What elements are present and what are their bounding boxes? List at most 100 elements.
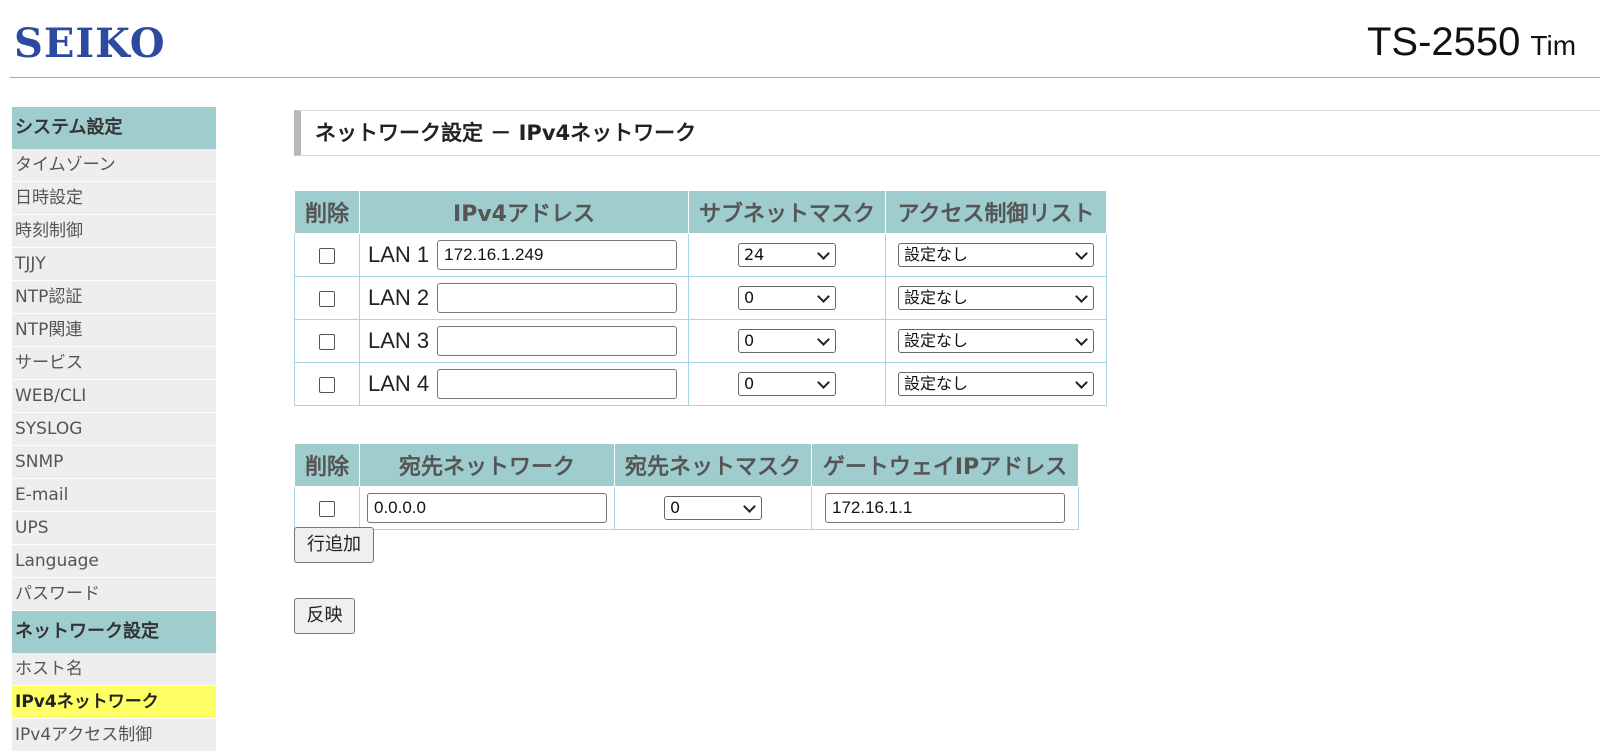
mask-cell: 24	[688, 233, 886, 277]
route-table-header: 削除 宛先ネットワーク 宛先ネットマスク ゲートウェイIPアドレス	[294, 443, 1079, 487]
col-gateway-ip: ゲートウェイIPアドレス	[811, 443, 1079, 487]
subnet-mask-value: 0	[744, 331, 755, 350]
address-cell: LAN 3	[359, 319, 689, 363]
chevron-down-icon	[1075, 247, 1088, 260]
delete-checkbox[interactable]	[319, 377, 335, 393]
sidebar-item-services[interactable]: サービス	[12, 347, 216, 380]
sidebar-item-timezone[interactable]: タイムゾーン	[12, 149, 216, 182]
sidebar-item-ipv4-access-control[interactable]: IPv4アクセス制御	[12, 719, 216, 752]
subnet-mask-value: 24	[744, 245, 765, 264]
sidebar-item-ups[interactable]: UPS	[12, 512, 216, 545]
chevron-down-icon	[817, 290, 830, 303]
ipv4-address-input[interactable]	[437, 283, 678, 313]
chevron-down-icon	[1075, 333, 1088, 346]
delete-checkbox[interactable]	[319, 501, 335, 517]
acl-cell: 設定なし	[885, 362, 1107, 406]
acl-value: 設定なし	[904, 374, 969, 393]
sidebar-item-web-cli[interactable]: WEB/CLI	[12, 380, 216, 413]
acl-select[interactable]: 設定なし	[898, 286, 1094, 310]
sidebar-item-language[interactable]: Language	[12, 545, 216, 578]
model-number: TS-2550	[1367, 20, 1521, 64]
acl-cell: 設定なし	[885, 276, 1107, 320]
sidebar-item-snmp[interactable]: SNMP	[12, 446, 216, 479]
chevron-down-icon	[817, 333, 830, 346]
subnet-mask-select[interactable]: 0	[738, 286, 836, 310]
lan-label: LAN 2	[368, 285, 430, 310]
apply-button[interactable]: 反映	[294, 598, 355, 634]
ipv4-address-table: 削除 IPv4アドレス サブネットマスク アクセス制御リスト LAN 1 172.…	[294, 190, 1107, 406]
subnet-mask-value: 0	[744, 288, 755, 307]
chevron-down-icon	[817, 376, 830, 389]
sidebar-item-ntp-auth[interactable]: NTP認証	[12, 281, 216, 314]
content: ネットワーク設定 － IPv4ネットワーク	[294, 110, 1600, 156]
network-cell: 0.0.0.0	[359, 486, 615, 530]
sidebar-item-password[interactable]: パスワード	[12, 578, 216, 611]
page-title: ネットワーク設定 － IPv4ネットワーク	[294, 110, 1600, 156]
acl-cell: 設定なし	[885, 319, 1107, 363]
sidebar-section-system: システム設定	[12, 107, 216, 149]
acl-value: 設定なし	[904, 245, 969, 264]
subnet-mask-value: 0	[744, 374, 755, 393]
chevron-down-icon	[817, 247, 830, 260]
sidebar: システム設定 タイムゾーン 日時設定 時刻制御 TJJY NTP認証 NTP関連…	[12, 107, 216, 752]
sidebar-item-syslog[interactable]: SYSLOG	[12, 413, 216, 446]
mask-cell: 0	[688, 276, 886, 320]
destination-netmask-select[interactable]: 0	[664, 496, 762, 520]
sidebar-item-time-control[interactable]: 時刻制御	[12, 215, 216, 248]
sidebar-item-datetime[interactable]: 日時設定	[12, 182, 216, 215]
mask-cell: 0	[688, 319, 886, 363]
subnet-mask-select[interactable]: 24	[738, 243, 836, 267]
mask-cell: 0	[614, 486, 812, 530]
ipv4-address-input[interactable]: 172.16.1.249	[437, 240, 678, 270]
col-acl: アクセス制御リスト	[885, 190, 1107, 234]
acl-cell: 設定なし	[885, 233, 1107, 277]
sidebar-item-tjjy[interactable]: TJJY	[12, 248, 216, 281]
acl-select[interactable]: 設定なし	[898, 329, 1094, 353]
sidebar-item-hostname[interactable]: ホスト名	[12, 653, 216, 686]
table-row: 0.0.0.0 0 172.16.1.1	[294, 486, 1079, 530]
lan-label: LAN 1	[368, 242, 430, 267]
sidebar-item-ntp-related[interactable]: NTP関連	[12, 314, 216, 347]
delete-cell	[294, 276, 360, 320]
delete-cell	[294, 233, 360, 277]
seiko-logo: SEIKO	[14, 20, 166, 67]
col-destination-netmask: 宛先ネットマスク	[614, 443, 812, 487]
delete-cell	[294, 319, 360, 363]
chevron-down-icon	[1075, 376, 1088, 389]
acl-select[interactable]: 設定なし	[898, 372, 1094, 396]
address-cell: LAN 2	[359, 276, 689, 320]
sidebar-item-email[interactable]: E-mail	[12, 479, 216, 512]
header-divider	[10, 77, 1600, 78]
acl-value: 設定なし	[904, 288, 969, 307]
gateway-ip-input[interactable]: 172.16.1.1	[825, 493, 1065, 523]
table-row: LAN 3 0 設定なし	[294, 319, 1107, 363]
delete-checkbox[interactable]	[319, 291, 335, 307]
chevron-down-icon	[743, 500, 756, 513]
lan-label: LAN 4	[368, 371, 430, 396]
acl-select[interactable]: 設定なし	[898, 243, 1094, 267]
col-ipv4-address: IPv4アドレス	[359, 190, 689, 234]
destination-network-input[interactable]: 0.0.0.0	[367, 493, 607, 523]
destination-netmask-value: 0	[670, 498, 681, 517]
col-delete: 削除	[294, 443, 360, 487]
ipv4-address-input[interactable]	[437, 326, 678, 356]
address-cell: LAN 1 172.16.1.249	[359, 233, 689, 277]
table-row: LAN 1 172.16.1.249 24 設定なし	[294, 233, 1107, 277]
model-suffix: Tim	[1530, 30, 1577, 61]
model-name: TS-2550 Tim	[1367, 20, 1576, 65]
header: SEIKO TS-2550 Tim	[0, 0, 1600, 78]
sidebar-item-ipv4-network[interactable]: IPv4ネットワーク	[12, 686, 216, 719]
delete-checkbox[interactable]	[319, 334, 335, 350]
ipv4-table-header: 削除 IPv4アドレス サブネットマスク アクセス制御リスト	[294, 190, 1107, 234]
route-table: 削除 宛先ネットワーク 宛先ネットマスク ゲートウェイIPアドレス 0.0.0.…	[294, 443, 1079, 530]
ipv4-address-input[interactable]	[437, 369, 678, 399]
subnet-mask-select[interactable]: 0	[738, 372, 836, 396]
add-row-button[interactable]: 行追加	[294, 527, 374, 563]
mask-cell: 0	[688, 362, 886, 406]
subnet-mask-select[interactable]: 0	[738, 329, 836, 353]
col-delete: 削除	[294, 190, 360, 234]
table-row: LAN 4 0 設定なし	[294, 362, 1107, 406]
acl-value: 設定なし	[904, 331, 969, 350]
delete-checkbox[interactable]	[319, 248, 335, 264]
gateway-cell: 172.16.1.1	[811, 486, 1079, 530]
